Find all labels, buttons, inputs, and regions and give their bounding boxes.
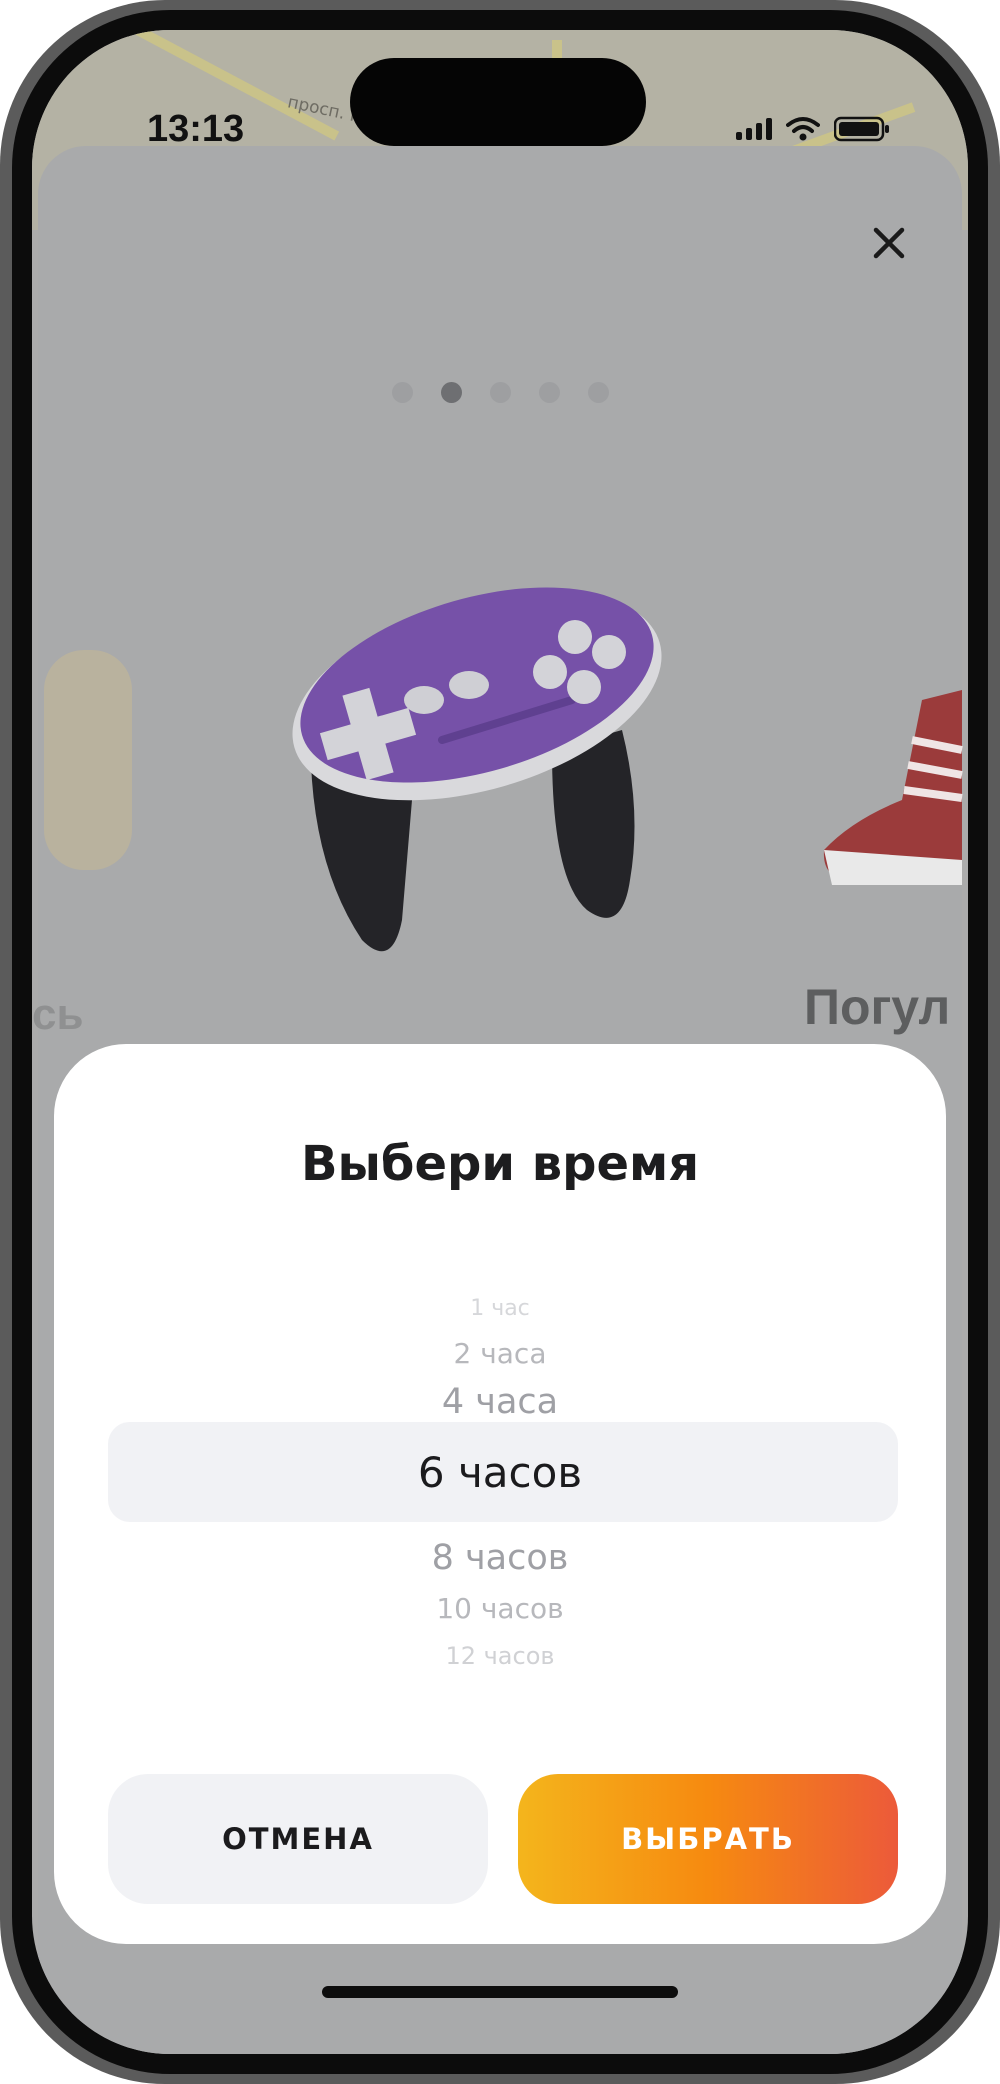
close-icon[interactable] [866,220,912,266]
dynamic-island [350,58,646,146]
left-activity-image [44,650,132,870]
right-activity-label: Погул [804,979,951,1035]
left-activity-label: сь [32,990,84,1039]
home-indicator [322,1986,678,1998]
picker-option[interactable]: 1 час [54,1296,946,1321]
modal-title: Выбери время [300,1136,700,1192]
pagination-dot [588,382,609,403]
battery-icon [834,116,889,142]
cancel-button[interactable]: ОТМЕНА [108,1774,488,1904]
picker-option[interactable]: 4 часа [54,1382,946,1422]
gamepad-icon [292,587,662,952]
status-time: 13:13 [147,108,245,150]
picker-option[interactable]: 10 часов [54,1592,946,1625]
pagination-dot [490,382,511,403]
carousel-pagination [392,382,609,403]
status-icons [736,116,890,142]
picker-option-selected[interactable]: 6 часов [54,1448,946,1497]
pagination-dot [392,382,413,403]
picker-option[interactable]: 2 часа [54,1337,946,1370]
time-picker-modal: Выбери время 1 час 2 часа 4 часа 6 часов… [54,1044,946,1944]
cellular-signal-icon [736,118,772,140]
sneaker-icon [823,690,963,885]
screen: просп. П 13:13 сь Погул Выбери время 1 ч… [32,30,968,2054]
wifi-icon [786,117,820,141]
pagination-dot [539,382,560,403]
picker-option[interactable]: 12 часов [54,1642,946,1670]
picker-option[interactable]: 8 часов [54,1538,946,1578]
select-button[interactable]: ВЫБРАТЬ [518,1774,898,1904]
pagination-dot-active [441,382,462,403]
